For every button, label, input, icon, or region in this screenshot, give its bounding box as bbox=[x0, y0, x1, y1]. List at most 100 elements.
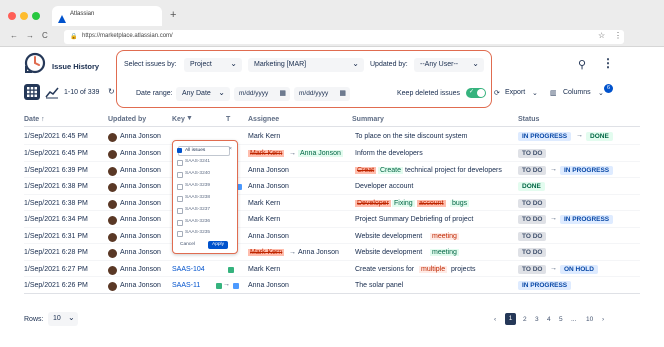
row-8-assignee[interactable]: Mark Kern bbox=[248, 266, 280, 273]
calendar-icon[interactable]: ▦ bbox=[339, 89, 346, 97]
chart-view-button[interactable] bbox=[44, 84, 60, 100]
row-8-user[interactable]: Anna Jonson bbox=[120, 266, 161, 273]
row-7-assignee-new[interactable]: Anna Jonson bbox=[298, 249, 339, 256]
select-project-dropdown[interactable]: Marketing [MAR] ⌄ bbox=[248, 58, 364, 72]
row-0-assignee[interactable]: Mark Kern bbox=[248, 133, 280, 140]
page-10[interactable]: 10 bbox=[586, 316, 593, 323]
dd-item-all[interactable]: All issues bbox=[185, 148, 205, 153]
dd-cancel-button[interactable]: Cancel bbox=[180, 242, 195, 247]
col-updated-by[interactable]: Updated by bbox=[108, 116, 146, 123]
col-date[interactable]: Date ↑ bbox=[24, 116, 45, 123]
dd-item[interactable]: SAAS-3238 bbox=[185, 195, 210, 200]
dd-apply-button[interactable]: Apply bbox=[208, 241, 228, 249]
page-1[interactable]: 1 bbox=[505, 313, 516, 325]
arrow-right-icon: → bbox=[576, 132, 583, 139]
grid-view-button[interactable] bbox=[24, 84, 40, 100]
page-4[interactable]: 4 bbox=[547, 316, 551, 323]
row-2-assignee[interactable]: Anna Jonson bbox=[248, 167, 289, 174]
updated-by-dropdown[interactable]: --Any User-- ⌄ bbox=[414, 58, 484, 72]
chevron-down-icon[interactable]: ⌄ bbox=[532, 89, 538, 97]
row-4-assignee[interactable]: Mark Kern bbox=[248, 200, 280, 207]
row-7-user[interactable]: Anna Jonson bbox=[120, 249, 161, 256]
browser-tab[interactable] bbox=[52, 6, 162, 26]
status-badge: TO DO bbox=[518, 248, 547, 257]
row-1-summary[interactable]: Inform the developers bbox=[355, 150, 423, 157]
next-page-icon[interactable]: › bbox=[602, 316, 604, 323]
export-button[interactable]: Export bbox=[505, 89, 525, 96]
row-8-summary-end[interactable]: projects bbox=[451, 266, 476, 273]
col-key[interactable]: Key bbox=[172, 116, 185, 123]
dd-item[interactable]: SAAS-3235 bbox=[185, 230, 210, 235]
chevron-down-icon[interactable]: ⌄ bbox=[598, 89, 604, 97]
browser-menu-icon[interactable]: ⋮ bbox=[614, 31, 622, 40]
maximize-window-icon[interactable] bbox=[32, 12, 40, 20]
new-tab-button[interactable]: + bbox=[170, 9, 176, 21]
row-9-key[interactable]: SAAS-11 bbox=[172, 282, 200, 289]
page-5[interactable]: 5 bbox=[559, 316, 563, 323]
prev-page-icon[interactable]: ‹ bbox=[494, 316, 496, 323]
dd-item[interactable]: SAAS-3239 bbox=[185, 183, 210, 188]
checkbox[interactable] bbox=[177, 184, 183, 190]
row-6-assignee[interactable]: Anna Jonson bbox=[248, 233, 289, 240]
dd-item[interactable]: SAAS-3240 bbox=[185, 171, 210, 176]
page-3[interactable]: 3 bbox=[535, 316, 539, 323]
checkbox[interactable] bbox=[177, 208, 183, 214]
row-3-summary[interactable]: Developer account bbox=[355, 183, 413, 190]
row-6-summary[interactable]: Website development bbox=[355, 233, 422, 240]
pin-icon[interactable]: ⚲ bbox=[578, 58, 586, 71]
rows-per-page-select[interactable]: 10 ⌄ bbox=[48, 312, 78, 326]
status-badge: TO DO bbox=[518, 265, 547, 274]
col-assignee[interactable]: Assignee bbox=[248, 116, 279, 123]
row-9-summary[interactable]: The solar panel bbox=[355, 282, 403, 289]
row-4-user[interactable]: Anna Jonson bbox=[120, 200, 161, 207]
row-3-user[interactable]: Anna Jonson bbox=[120, 183, 161, 190]
row-3-assignee[interactable]: Anna Jonson bbox=[248, 183, 289, 190]
dd-item[interactable]: SAAS-3237 bbox=[185, 207, 210, 212]
row-9-assignee[interactable]: Anna Jonson bbox=[248, 282, 289, 289]
date-from-input[interactable]: m/dd/yyyy ▦ bbox=[234, 87, 290, 101]
row-7-summary[interactable]: Website development bbox=[355, 249, 422, 256]
checkbox[interactable] bbox=[177, 231, 183, 237]
avatar bbox=[108, 183, 117, 192]
row-9-user[interactable]: Anna Jonson bbox=[120, 282, 161, 289]
select-type-dropdown[interactable]: Project ⌄ bbox=[184, 58, 242, 72]
checkbox[interactable] bbox=[177, 196, 183, 202]
close-icon[interactable]: × bbox=[229, 146, 232, 152]
row-0-user[interactable]: Anna Jonson bbox=[120, 133, 161, 140]
col-type[interactable]: T bbox=[226, 116, 230, 123]
date-to-input[interactable]: m/dd/yyyy ▦ bbox=[294, 87, 350, 101]
row-8-key[interactable]: SAAS-104 bbox=[172, 266, 205, 273]
row-5-assignee[interactable]: Mark Kern bbox=[248, 216, 280, 223]
dd-item[interactable]: SAAS-3236 bbox=[185, 219, 210, 224]
calendar-icon[interactable]: ▦ bbox=[279, 89, 286, 97]
refresh-icon[interactable]: ↻ bbox=[108, 87, 115, 96]
close-window-icon[interactable] bbox=[8, 12, 16, 20]
row-5-user[interactable]: Anna Jonson bbox=[120, 216, 161, 223]
row-8-summary[interactable]: Create versions for bbox=[355, 266, 414, 273]
checkbox[interactable] bbox=[177, 220, 183, 226]
forward-button[interactable]: → bbox=[26, 31, 34, 40]
checkbox-checked[interactable] bbox=[177, 148, 182, 153]
checkbox[interactable] bbox=[177, 160, 183, 166]
row-1-assignee-new[interactable]: Anna Jonson bbox=[298, 150, 343, 157]
row-1-date: 1/Sep/2021 6:45 PM bbox=[24, 150, 88, 157]
bookmark-star-icon[interactable]: ☆ bbox=[598, 31, 605, 40]
col-status[interactable]: Status bbox=[518, 116, 539, 123]
checkbox[interactable] bbox=[177, 172, 183, 178]
page-2[interactable]: 2 bbox=[523, 316, 527, 323]
row-2-summary[interactable]: technical project for developers bbox=[405, 167, 502, 174]
row-0-summary[interactable]: To place on the site discount system bbox=[355, 133, 467, 140]
reload-button[interactable]: C bbox=[42, 31, 48, 40]
row-2-user[interactable]: Anna Jonson bbox=[120, 167, 161, 174]
filter-icon[interactable]: ▼ bbox=[186, 115, 193, 122]
date-range-dropdown[interactable]: Any Date ⌄ bbox=[176, 87, 230, 101]
back-button[interactable]: ← bbox=[10, 31, 18, 40]
row-6-user[interactable]: Anna Jonson bbox=[120, 233, 161, 240]
row-1-user[interactable]: Anna Jonson bbox=[120, 150, 161, 157]
more-options-icon[interactable]: ⋮ bbox=[602, 56, 614, 70]
dd-item[interactable]: SAAS-3241 bbox=[185, 159, 210, 164]
row-5-summary[interactable]: Project Summary Debriefing of project bbox=[355, 216, 473, 223]
minimize-window-icon[interactable] bbox=[20, 12, 28, 20]
columns-button[interactable]: Columns bbox=[563, 89, 591, 96]
col-summary[interactable]: Summary bbox=[352, 116, 384, 123]
